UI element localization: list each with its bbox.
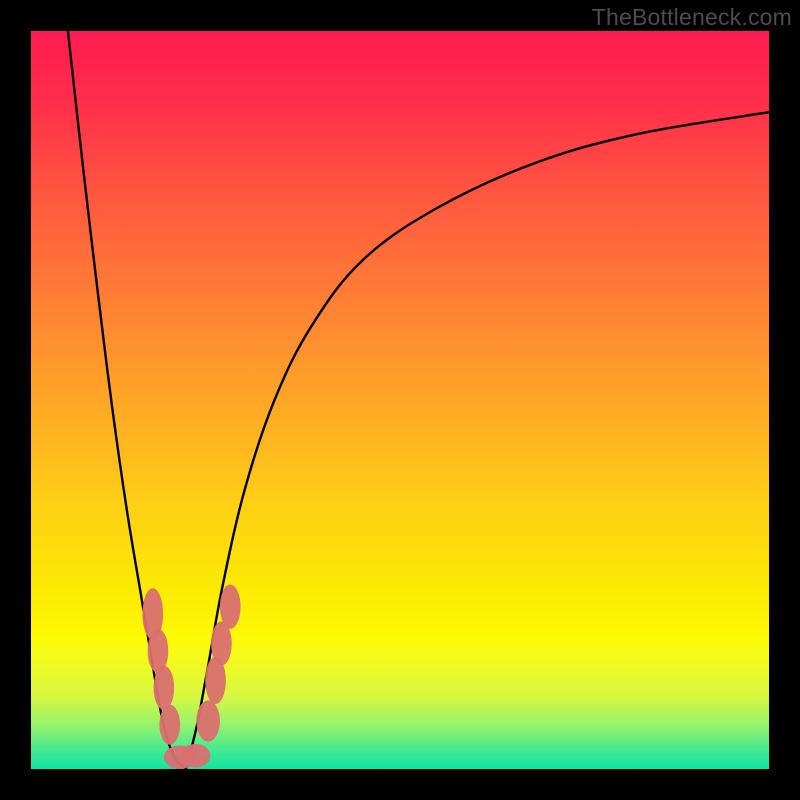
marker-blob-5 xyxy=(181,744,211,768)
marker-blob-3 xyxy=(159,705,180,745)
marker-blob-9 xyxy=(220,585,241,629)
plot-area xyxy=(31,31,769,769)
chart-frame: TheBottleneck.com xyxy=(0,0,800,800)
marker-blob-6 xyxy=(196,700,220,741)
left-branch-curve xyxy=(68,31,186,769)
curve-svg xyxy=(31,31,769,769)
right-branch-curve xyxy=(186,112,769,769)
watermark-text: TheBottleneck.com xyxy=(592,4,792,31)
marker-cluster xyxy=(142,585,240,770)
marker-blob-2 xyxy=(154,666,175,710)
